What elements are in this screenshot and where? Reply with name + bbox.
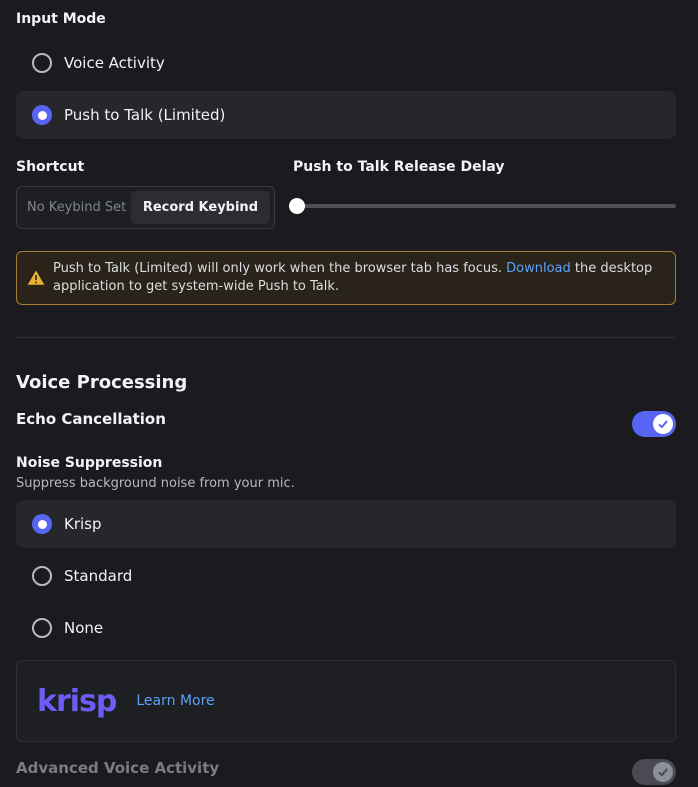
radio-unchecked-icon[interactable] <box>32 566 52 586</box>
radio-option-krisp[interactable]: Krisp <box>16 500 676 548</box>
check-icon <box>653 414 673 434</box>
echo-cancellation-label: Echo Cancellation <box>16 410 166 428</box>
keybind-value: No Keybind Set <box>27 200 127 215</box>
check-icon <box>653 762 673 782</box>
record-keybind-button[interactable]: Record Keybind <box>130 191 270 224</box>
voice-processing-title: Voice Processing <box>16 372 188 393</box>
radio-option-standard[interactable]: Standard <box>16 552 676 600</box>
radio-option-none[interactable]: None <box>16 604 676 652</box>
release-delay-slider-track[interactable] <box>298 204 676 208</box>
krisp-logo: krisp <box>37 683 117 719</box>
radio-checked-icon[interactable] <box>32 105 52 125</box>
radio-label: Push to Talk (Limited) <box>64 106 226 124</box>
advanced-voice-activity-toggle[interactable] <box>632 759 676 785</box>
radio-option-push-to-talk[interactable]: Push to Talk (Limited) <box>16 91 676 139</box>
warning-text: Push to Talk (Limited) will only work wh… <box>53 260 653 296</box>
radio-label: Voice Activity <box>64 54 165 72</box>
noise-suppression-description: Suppress background noise from your mic. <box>16 476 295 491</box>
krisp-promo: krisp Learn More <box>16 660 676 742</box>
input-mode-title: Input Mode <box>16 11 106 27</box>
advanced-voice-activity-label: Advanced Voice Activity <box>16 759 220 777</box>
echo-cancellation-toggle[interactable] <box>632 411 676 437</box>
learn-more-link[interactable]: Learn More <box>136 693 214 709</box>
warning-icon <box>27 270 45 285</box>
release-delay-slider-handle[interactable] <box>289 198 305 214</box>
radio-unchecked-icon[interactable] <box>32 53 52 73</box>
warning-text-before: Push to Talk (Limited) will only work wh… <box>53 261 503 276</box>
radio-label: None <box>64 619 104 637</box>
shortcut-title: Shortcut <box>16 159 85 175</box>
push-to-talk-warning: Push to Talk (Limited) will only work wh… <box>16 251 676 305</box>
radio-label: Standard <box>64 567 133 585</box>
radio-label: Krisp <box>64 515 102 533</box>
download-link[interactable]: Download <box>506 261 571 276</box>
radio-option-voice-activity[interactable]: Voice Activity <box>16 39 676 87</box>
section-divider <box>16 337 676 338</box>
release-delay-title: Push to Talk Release Delay <box>293 159 505 175</box>
keybind-field[interactable]: No Keybind Set Record Keybind <box>16 186 275 229</box>
radio-checked-icon[interactable] <box>32 514 52 534</box>
radio-unchecked-icon[interactable] <box>32 618 52 638</box>
noise-suppression-title: Noise Suppression <box>16 455 163 471</box>
